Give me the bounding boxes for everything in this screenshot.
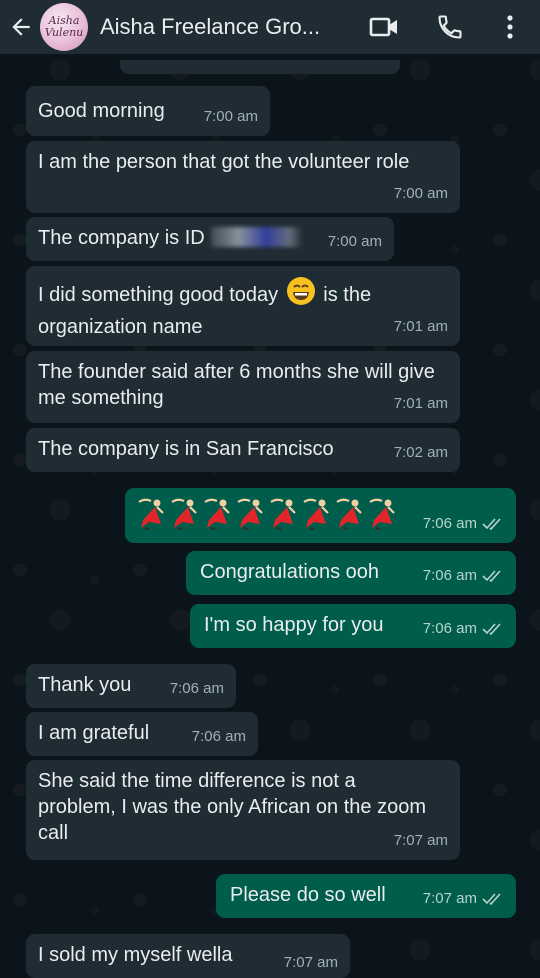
message-bubble-incoming[interactable]: I am the person that got the volunteer r… xyxy=(26,141,460,213)
emoji-row xyxy=(137,498,398,530)
dancer-emoji xyxy=(336,498,362,530)
message-text-part: I did something good today xyxy=(38,284,279,306)
message-bubble-outgoing[interactable]: Please do so well 7:07 am xyxy=(216,874,516,918)
message-time: 7:07 am xyxy=(422,890,477,907)
message-time: 7:00 am xyxy=(393,185,448,202)
message-text: The company is ID xyxy=(38,227,205,249)
message-time: 7:01 am xyxy=(393,395,448,412)
message-bubble-incoming[interactable]: The founder said after 6 months she will… xyxy=(26,351,460,423)
message-bubble-incoming[interactable]: Thank you 7:06 am xyxy=(26,664,236,708)
message-bubble-incoming[interactable]: I am grateful 7:06 am xyxy=(26,712,258,756)
message-status: 7:06 am xyxy=(423,563,504,589)
dancer-emoji xyxy=(369,498,395,530)
more-options-button[interactable] xyxy=(492,0,528,54)
video-call-icon xyxy=(369,17,397,37)
dancer-emoji xyxy=(138,498,164,530)
double-check-icon xyxy=(482,570,501,582)
chat-title[interactable]: Aisha Freelance Gro... xyxy=(100,14,350,40)
dancer-emoji xyxy=(237,498,263,530)
message-time: 7:00 am xyxy=(327,233,382,250)
redacted-text xyxy=(210,227,303,247)
message-bubble-incoming[interactable]: I did something good today is the organi… xyxy=(26,266,460,346)
double-check-icon xyxy=(482,518,501,530)
message-time: 7:06 am xyxy=(191,728,246,745)
group-avatar[interactable]: Aisha Vulenu xyxy=(40,3,88,51)
back-button[interactable] xyxy=(2,0,40,54)
message-bubble-incoming[interactable]: She said the time difference is not a pr… xyxy=(26,760,460,860)
more-vertical-icon xyxy=(507,15,513,39)
message-status: 7:06 am xyxy=(423,616,504,642)
message-time: 7:07 am xyxy=(283,954,338,971)
message-bubble-incoming[interactable]: The company is ID 7:00 am xyxy=(26,217,394,261)
phone-icon xyxy=(438,15,462,39)
message-bubble-incoming[interactable]: I sold my myself wella 7:07 am xyxy=(26,934,350,978)
message-time: 7:06 am xyxy=(169,680,224,697)
message-time: 7:06 am xyxy=(422,567,477,584)
message-text: The founder said after 6 months she will… xyxy=(38,361,435,409)
avatar-text-bottom: Vulenu xyxy=(44,26,84,39)
dancer-emoji xyxy=(171,498,197,530)
dancer-emoji xyxy=(303,498,329,530)
message-status: 7:07 am xyxy=(423,886,504,912)
message-time: 7:06 am xyxy=(422,620,477,637)
message-bubble-outgoing[interactable]: I'm so happy for you 7:06 am xyxy=(190,604,516,648)
message-status: 7:06 am xyxy=(423,511,504,537)
message-bubble-incoming[interactable]: Good morning 7:00 am xyxy=(26,86,270,136)
message-text: I am the person that got the volunteer r… xyxy=(38,151,410,173)
message-time: 7:06 am xyxy=(422,515,477,532)
double-check-icon xyxy=(482,893,501,905)
message-bubble-outgoing[interactable]: Congratulations ooh 7:06 am xyxy=(186,551,516,595)
message-time: 7:01 am xyxy=(393,318,448,335)
video-call-button[interactable] xyxy=(362,0,406,54)
message-time: 7:00 am xyxy=(203,108,258,125)
message-text: The company is in San Francisco xyxy=(38,438,334,460)
message-bubble-incoming[interactable]: The company is in San Francisco 7:02 am xyxy=(26,428,460,472)
message-time: 7:07 am xyxy=(393,832,448,849)
dancer-emoji xyxy=(204,498,230,530)
message-bubble-outgoing[interactable]: 7:06 am xyxy=(125,488,516,543)
message-text: She said the time difference is not a pr… xyxy=(38,770,426,844)
partial-message-bubble xyxy=(120,60,400,74)
voice-call-button[interactable] xyxy=(428,0,472,54)
message-time: 7:02 am xyxy=(393,444,448,461)
arrow-left-icon xyxy=(12,18,30,36)
dancer-emoji xyxy=(270,498,296,530)
double-check-icon xyxy=(482,623,501,635)
grinning-face-emoji xyxy=(286,277,315,305)
chat-header: Aisha Vulenu Aisha Freelance Gro... xyxy=(0,0,540,54)
